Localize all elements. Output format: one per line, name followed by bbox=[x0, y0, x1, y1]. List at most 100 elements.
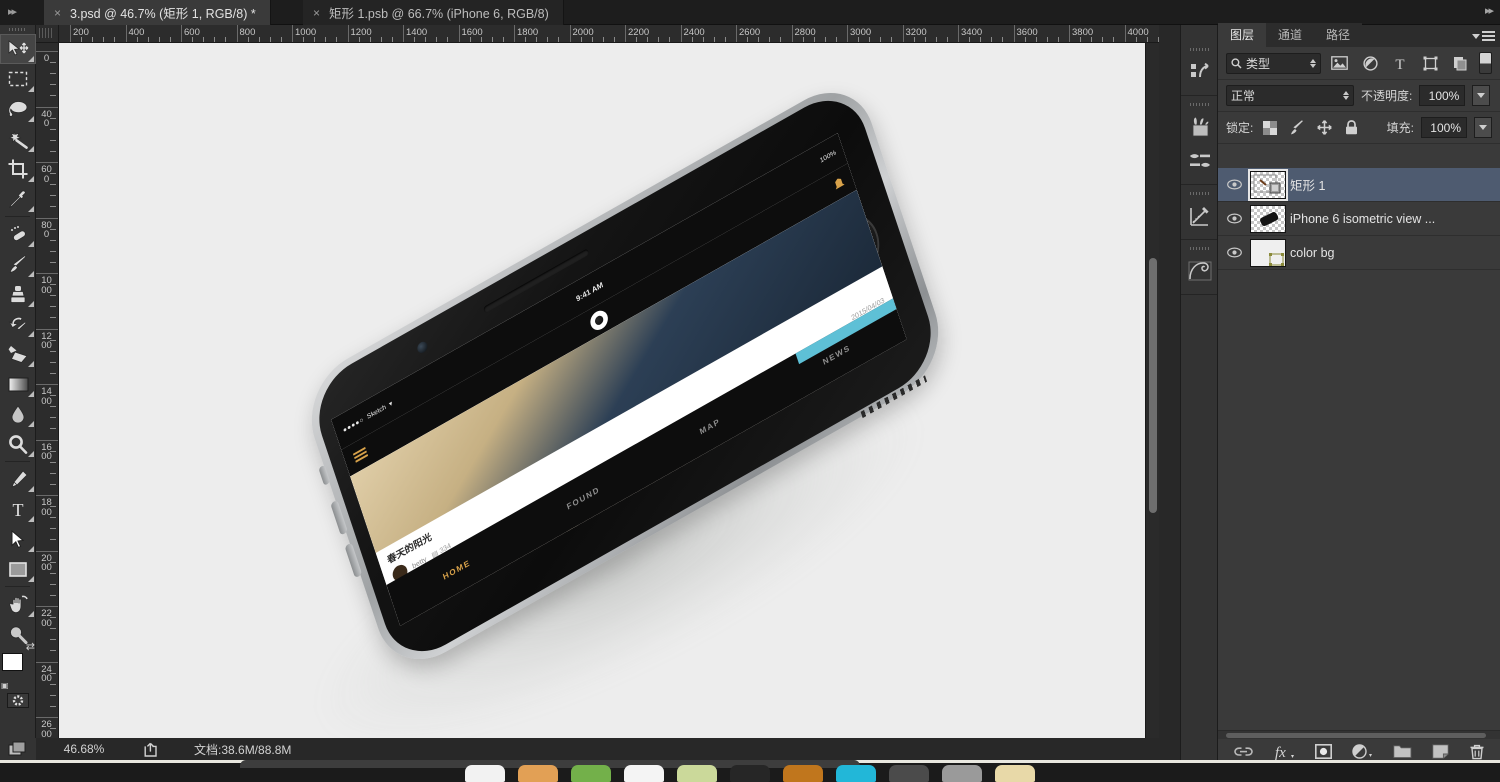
layer-list[interactable]: 矩形 1 iPhone 6 isometric view ... color b bbox=[1218, 168, 1500, 730]
eye-icon[interactable] bbox=[1222, 236, 1246, 270]
shape-tool[interactable] bbox=[0, 554, 36, 584]
layer-list-scrollbar[interactable] bbox=[1218, 730, 1500, 739]
eye-icon[interactable] bbox=[1222, 202, 1246, 236]
close-icon[interactable]: × bbox=[54, 6, 61, 20]
move-tool[interactable] bbox=[0, 34, 36, 64]
filter-adjustment-icon[interactable] bbox=[1358, 52, 1381, 74]
healing-brush-tool[interactable] bbox=[0, 219, 36, 249]
lock-transparency-icon[interactable] bbox=[1260, 118, 1280, 138]
eye-icon[interactable] bbox=[1222, 168, 1246, 202]
canvas-viewport[interactable]: ●●●●○ Sketch ▾ 9:41 AM 100% 春天的阳光 betty ▤ … bbox=[59, 43, 1159, 753]
panel-grip[interactable] bbox=[1181, 244, 1217, 252]
dock-app-9[interactable] bbox=[889, 765, 929, 782]
opacity-slider-arrow[interactable] bbox=[1472, 85, 1491, 106]
hamburger-icon[interactable] bbox=[352, 445, 369, 464]
canvas-vertical-scrollbar[interactable] bbox=[1145, 43, 1159, 753]
dock-items[interactable] bbox=[0, 763, 1500, 782]
filter-type-icon[interactable]: T bbox=[1389, 52, 1412, 74]
document-tab-2[interactable]: × 矩形 1.psb @ 66.7% (iPhone 6, RGB/8) bbox=[303, 0, 564, 25]
layer-thumbnail[interactable] bbox=[1250, 238, 1286, 267]
eraser-tool[interactable] bbox=[0, 339, 36, 369]
history-brush-tool[interactable] bbox=[0, 309, 36, 339]
filter-enable-toggle[interactable] bbox=[1479, 52, 1492, 74]
collapse-toolbar-icon[interactable]: ▸▸ bbox=[8, 5, 17, 18]
share-icon[interactable] bbox=[132, 742, 172, 757]
color-swatches[interactable]: ⇄ ▣ bbox=[0, 641, 36, 690]
opacity-value[interactable]: 100% bbox=[1419, 85, 1466, 106]
foreground-color-swatch[interactable] bbox=[2, 653, 23, 671]
magic-wand-tool[interactable] bbox=[0, 124, 36, 154]
default-colors-icon[interactable]: ▣ bbox=[1, 681, 9, 690]
zoom-level[interactable]: 46.68% bbox=[36, 742, 132, 756]
dock-app-10[interactable] bbox=[942, 765, 982, 782]
bell-icon[interactable] bbox=[832, 176, 846, 193]
fill-value[interactable]: 100% bbox=[1421, 117, 1467, 138]
ruler-corner[interactable] bbox=[36, 25, 59, 43]
phone-mockup[interactable]: ●●●●○ Sketch ▾ 9:41 AM 100% 春天的阳光 betty ▤ … bbox=[59, 43, 1151, 753]
brush-tool[interactable] bbox=[0, 249, 36, 279]
lasso-tool[interactable] bbox=[0, 94, 36, 124]
blend-mode-select[interactable]: 正常 bbox=[1226, 85, 1354, 106]
vertical-ruler[interactable]: 0 400 600 800 1000 1200 1400 1600 1800 2000 2200 24… bbox=[36, 43, 59, 753]
pen-tool[interactable] bbox=[0, 464, 36, 494]
gradient-tool[interactable] bbox=[0, 369, 36, 399]
filter-pixel-icon[interactable] bbox=[1328, 52, 1351, 74]
blur-tool[interactable] bbox=[0, 399, 36, 429]
scrollbar-thumb[interactable] bbox=[1149, 258, 1157, 513]
layer-row-1[interactable]: iPhone 6 isometric view ... bbox=[1218, 202, 1500, 236]
filter-smartobject-icon[interactable] bbox=[1449, 52, 1472, 74]
layer-row-0[interactable]: 矩形 1 bbox=[1218, 168, 1500, 202]
tab-channels[interactable]: 通道 bbox=[1266, 23, 1315, 47]
screen-mode-icon[interactable] bbox=[0, 738, 36, 760]
tools-panel-grip[interactable] bbox=[0, 25, 35, 34]
filter-kind-select[interactable]: 类型 bbox=[1226, 52, 1322, 74]
horizontal-ruler[interactable]: 200 400 600 800 1000 1200 1400 1600 1800 2000 2200… bbox=[59, 25, 1159, 43]
panel-grip[interactable] bbox=[1181, 45, 1217, 53]
dock-app-5[interactable] bbox=[677, 765, 717, 782]
hand-tool[interactable] bbox=[0, 589, 36, 619]
document-tab-1[interactable]: × 3.psd @ 46.7% (矩形 1, RGB/8) * bbox=[44, 0, 271, 25]
dock-app-6[interactable] bbox=[730, 765, 770, 782]
marquee-tool[interactable] bbox=[0, 64, 36, 94]
expand-panels-icon[interactable]: ▸▸ bbox=[1485, 4, 1494, 17]
dock-app-3[interactable] bbox=[571, 765, 611, 782]
dock-app-1[interactable] bbox=[465, 765, 505, 782]
brush-presets-icon[interactable] bbox=[1181, 110, 1219, 144]
panel-grip[interactable] bbox=[1181, 189, 1217, 197]
dock-app-11[interactable] bbox=[995, 765, 1035, 782]
history-panel-icon[interactable] bbox=[1181, 55, 1219, 89]
layer-name[interactable]: iPhone 6 isometric view ... bbox=[1290, 212, 1435, 226]
panel-grip[interactable] bbox=[1181, 100, 1217, 108]
lock-position-icon[interactable] bbox=[1314, 118, 1334, 138]
dock-app-2[interactable] bbox=[518, 765, 558, 782]
dock-app-7[interactable] bbox=[783, 765, 823, 782]
artboard[interactable]: ●●●●○ Sketch ▾ 9:41 AM 100% 春天的阳光 betty ▤ … bbox=[59, 43, 1151, 753]
dodge-tool[interactable] bbox=[0, 429, 36, 459]
crop-tool[interactable] bbox=[0, 154, 36, 184]
close-icon[interactable]: × bbox=[313, 6, 320, 20]
lock-image-icon[interactable] bbox=[1287, 118, 1307, 138]
layer-name[interactable]: color bg bbox=[1290, 246, 1334, 260]
layer-name[interactable]: 矩形 1 bbox=[1290, 175, 1325, 194]
lock-all-icon[interactable] bbox=[1341, 118, 1361, 138]
layer-row-2[interactable]: color bg bbox=[1218, 236, 1500, 270]
clone-stamp-tool[interactable] bbox=[0, 279, 36, 309]
tab-layers[interactable]: 图层 bbox=[1218, 23, 1267, 47]
brush-panel-icon[interactable] bbox=[1181, 144, 1219, 178]
type-tool[interactable]: T bbox=[0, 494, 36, 524]
panel-menu-icon[interactable] bbox=[1472, 29, 1495, 43]
measurement-log-icon[interactable] bbox=[1181, 199, 1219, 233]
eyedropper-tool[interactable] bbox=[0, 184, 36, 214]
dock-app-4[interactable] bbox=[624, 765, 664, 782]
layer-thumbnail[interactable] bbox=[1250, 204, 1286, 233]
tab-paths[interactable]: 路径 bbox=[1314, 23, 1363, 47]
quick-mask-toggle[interactable] bbox=[0, 689, 36, 711]
layer-thumbnail[interactable] bbox=[1248, 168, 1288, 201]
fill-slider-arrow[interactable] bbox=[1474, 117, 1492, 138]
path-selection-tool[interactable] bbox=[0, 524, 36, 554]
paths-panel-icon[interactable] bbox=[1181, 254, 1219, 288]
filter-shape-icon[interactable] bbox=[1419, 52, 1442, 74]
swap-colors-icon[interactable]: ⇄ bbox=[26, 640, 35, 653]
dock-app-8[interactable] bbox=[836, 765, 876, 782]
blend-mode-value: 正常 bbox=[1231, 89, 1256, 103]
